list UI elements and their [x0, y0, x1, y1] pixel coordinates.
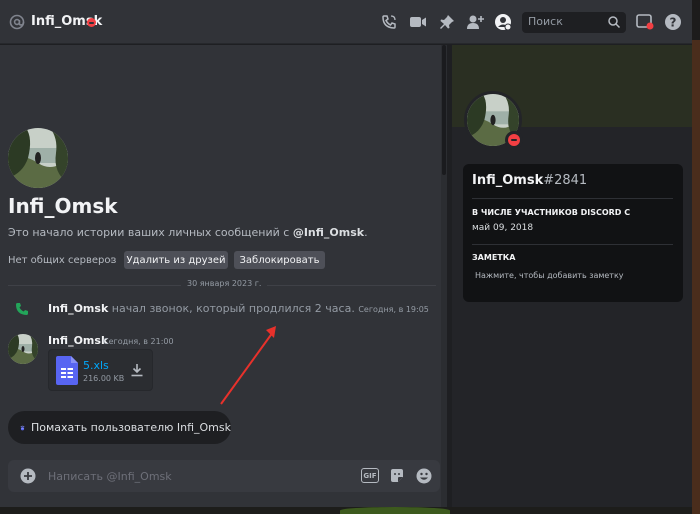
member-since-date: май 09, 2018: [472, 223, 534, 233]
wave-icon: [20, 425, 25, 430]
file-attachment: 5.xls 216.00 KB: [48, 349, 153, 391]
message-avatar[interactable]: [8, 334, 38, 364]
call-system-message: Infi_Omsk начал звонок, который продлилс…: [48, 302, 429, 315]
profile-dnd-status-icon: [505, 131, 523, 149]
at-icon: [9, 14, 25, 30]
user-mention[interactable]: @Infi_Omsk: [293, 226, 364, 239]
wave-button-label: Помахать пользователю Infi_Omsk: [31, 421, 231, 434]
remove-friend-button[interactable]: Удалить из друзей: [124, 251, 228, 269]
file-size: 216.00 KB: [83, 374, 125, 383]
intro-text: Это начало истории ваших личных сообщени…: [8, 226, 368, 239]
message-input[interactable]: [48, 467, 348, 485]
call-timestamp: Сегодня, в 19:05: [358, 305, 429, 314]
profile-tag: #2841: [543, 173, 588, 188]
user-profile-icon[interactable]: [494, 13, 512, 31]
profile-divider: [472, 244, 673, 245]
block-button[interactable]: Заблокировать: [234, 251, 325, 269]
note-input[interactable]: Нажмите, чтобы добавить заметку: [475, 271, 624, 280]
date-divider-label: 30 января 2023 г.: [181, 279, 268, 288]
note-heading: ЗАМЕТКА: [472, 253, 516, 262]
gif-button[interactable]: GIF: [361, 468, 379, 483]
top-bar: Infi_Omsk Поиск ?: [0, 0, 692, 44]
add-friend-icon[interactable]: [466, 13, 484, 31]
message-composer: GIF: [8, 460, 440, 492]
member-since-heading: В ЧИСЛЕ УЧАСТНИКОВ DISCORD С: [472, 208, 631, 217]
annotation-arrow: [220, 326, 276, 405]
search-placeholder: Поиск: [528, 15, 563, 28]
profile-divider: [472, 198, 673, 199]
sticker-icon[interactable]: [389, 468, 405, 484]
profile-card: Infi_Omsk#2841 В ЧИСЛЕ УЧАСТНИКОВ DISCOR…: [463, 164, 683, 302]
message-timestamp: Сегодня, в 21:00: [103, 337, 174, 346]
separator-dot: [110, 259, 113, 262]
search-input[interactable]: Поиск: [522, 12, 626, 33]
help-icon[interactable]: ?: [664, 13, 682, 31]
file-name-link[interactable]: 5.xls: [83, 359, 109, 372]
video-icon[interactable]: [409, 13, 427, 31]
profile-name: Infi_Omsk#2841: [472, 173, 588, 188]
search-icon: [608, 16, 621, 29]
wave-button[interactable]: Помахать пользователю Infi_Omsk: [8, 411, 231, 444]
call-icon[interactable]: [380, 13, 398, 31]
background-strip: [692, 0, 700, 514]
profile-avatar-wrap: [464, 91, 526, 153]
call-icon: [16, 303, 28, 315]
plus-icon[interactable]: [20, 468, 36, 484]
message-author[interactable]: Infi_Omsk: [48, 334, 108, 347]
dnd-status-icon: [87, 18, 96, 27]
avatar[interactable]: [8, 128, 68, 188]
chat-scrollbar[interactable]: [441, 45, 447, 507]
call-author[interactable]: Infi_Omsk: [48, 302, 108, 315]
download-icon[interactable]: [129, 362, 145, 378]
intro-username: Infi_Omsk: [8, 194, 118, 218]
svg-text:?: ?: [670, 16, 677, 30]
pin-icon[interactable]: [438, 13, 456, 31]
no-mutual-servers: Нет общих серверов: [8, 255, 117, 266]
inbox-icon[interactable]: [636, 13, 654, 31]
file-icon: [56, 356, 78, 385]
background-bottom: [0, 507, 692, 514]
scrollbar-thumb[interactable]: [442, 45, 446, 175]
emoji-icon[interactable]: [416, 468, 432, 484]
